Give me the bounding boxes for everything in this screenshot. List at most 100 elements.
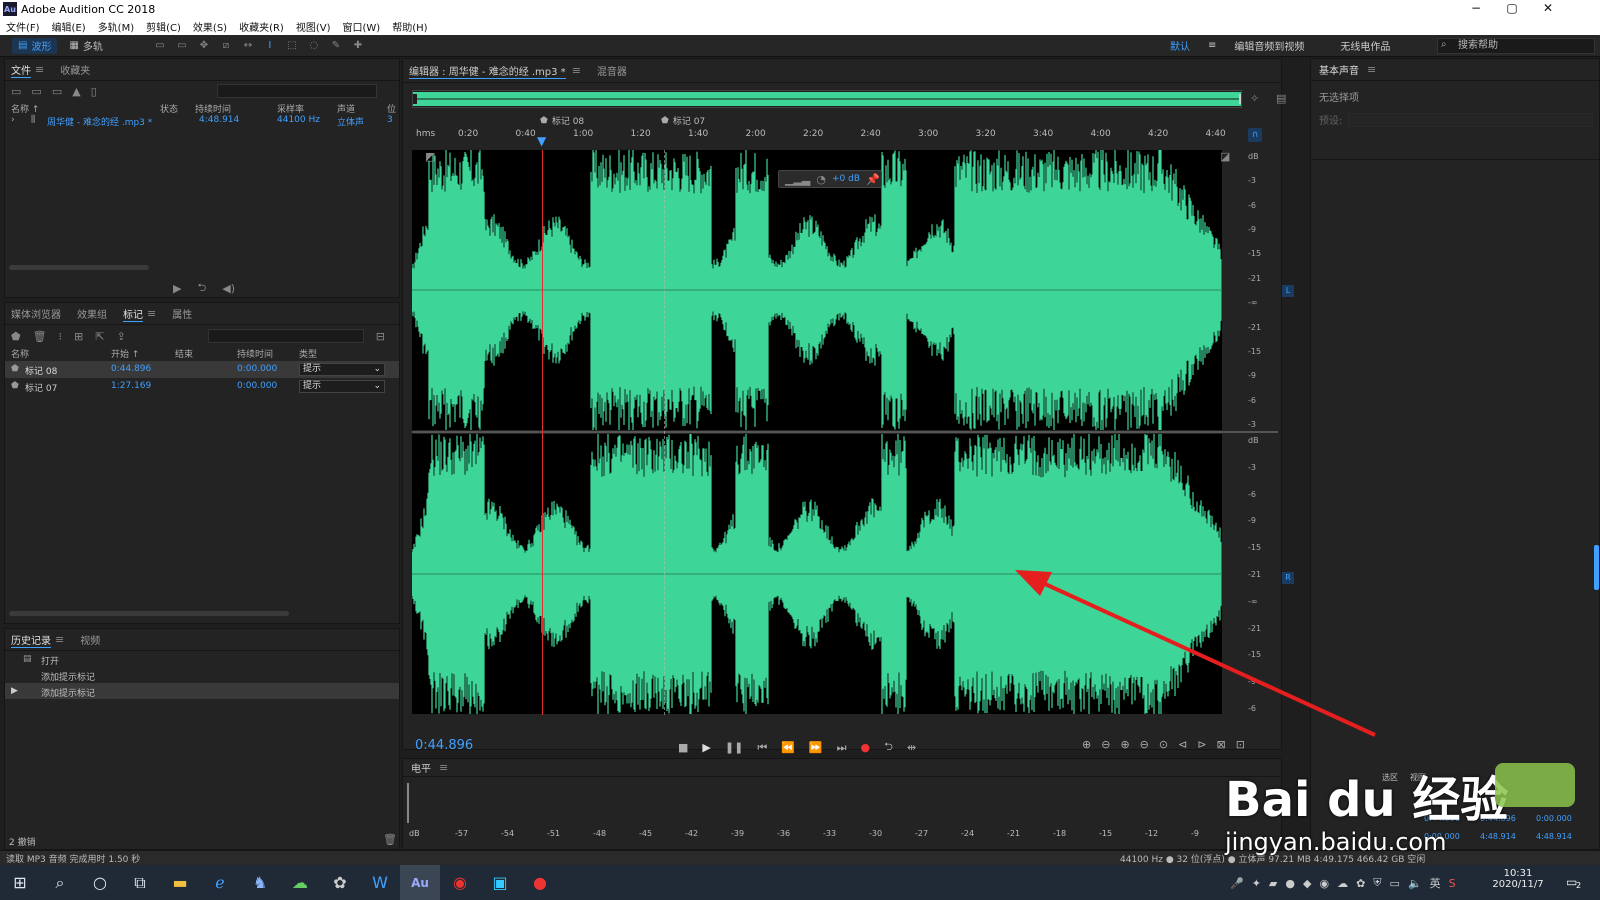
zoom-out-full-icon[interactable]: ⊙ <box>1159 738 1168 751</box>
spectral-frequency-icon[interactable]: ▭ <box>153 40 167 52</box>
overview-waveform[interactable] <box>412 90 1242 108</box>
marker-type-select[interactable]: 提示 ⌄ <box>299 380 385 393</box>
merge-marker-icon[interactable]: ⁝ <box>59 330 63 343</box>
menu-multitrack[interactable]: 多轨(M) <box>98 19 134 34</box>
col-duration[interactable]: 持续时间 <box>237 347 273 360</box>
app-icon[interactable]: ♞ <box>240 865 280 900</box>
waveform-left-channel[interactable] <box>412 150 1222 430</box>
tab-favorites[interactable]: 收藏夹 <box>60 62 90 77</box>
waveform-right-channel[interactable] <box>412 434 1222 714</box>
spectral-pitch-icon[interactable]: ▭ <box>175 40 189 52</box>
file-row[interactable]: › ⫼ 周华健 - 难念的经 .mp3 * 4:48.914 44100 Hz … <box>5 115 399 129</box>
new-file-icon[interactable]: ▭ <box>52 85 62 98</box>
clock[interactable]: 10:31 2020/11/7 <box>1488 868 1548 890</box>
open-file-icon[interactable]: ▭ <box>11 85 21 98</box>
multitrack-view-button[interactable]: ▦ 多轨 <box>63 38 108 54</box>
files-scrollbar[interactable] <box>9 265 149 270</box>
slip-tool-icon[interactable]: ↔ <box>241 40 255 52</box>
marker-start[interactable]: 1:27.169 <box>111 381 151 391</box>
minimize-button[interactable]: − <box>1458 0 1494 18</box>
view-options-icon[interactable]: ▤ <box>1276 92 1286 105</box>
tab-files[interactable]: 文件 <box>11 62 31 78</box>
tray-app-icon[interactable]: ▰ <box>1269 877 1277 890</box>
pin-icon[interactable]: 📌 <box>866 173 880 186</box>
import-file-icon[interactable]: ▭ <box>31 85 41 98</box>
marker-row[interactable]: ⬟ 标记 08 0:44.896 0:00.000 提示 ⌄ <box>5 361 399 378</box>
zoom-in-selection-icon[interactable]: ⊠ <box>1217 738 1226 751</box>
menu-edit[interactable]: 编辑(E) <box>52 19 86 34</box>
tab-properties[interactable]: 属性 <box>172 306 192 321</box>
tab-effects-rack[interactable]: 效果组 <box>77 306 107 321</box>
tray-app-icon[interactable]: ✦ <box>1252 877 1261 890</box>
markers-scrollbar[interactable] <box>9 611 289 616</box>
insert-icon[interactable]: ▲ <box>72 85 80 98</box>
play-preview-icon[interactable]: ▶ <box>173 282 181 295</box>
channel-right-toggle[interactable]: R <box>1282 572 1294 584</box>
col-name[interactable]: 名称 <box>11 347 29 360</box>
tray-app-icon[interactable]: ◆ <box>1303 877 1311 890</box>
volume-icon[interactable]: 🔈 <box>1408 877 1422 890</box>
baidu-netdisk-icon[interactable]: ✿ <box>320 865 360 900</box>
wps-icon[interactable]: W <box>360 865 400 900</box>
time-selection-tool-icon[interactable]: Ι <box>263 40 277 52</box>
col-start[interactable]: 开始 ↑ <box>111 347 139 360</box>
panel-menu-icon[interactable]: ≡ <box>35 63 44 76</box>
insert-marker-icon[interactable]: ⊞ <box>74 330 83 343</box>
playhead-handle-icon[interactable]: ▼ <box>537 134 546 148</box>
panel-menu-icon[interactable]: ≡ <box>55 633 64 646</box>
channel-left-toggle[interactable]: L <box>1282 285 1294 297</box>
tray-app-icon[interactable]: ◉ <box>1319 877 1329 890</box>
col-bits[interactable]: 位 <box>387 102 396 115</box>
col-status[interactable]: 状态 <box>160 102 178 115</box>
col-type[interactable]: 类型 <box>299 347 317 360</box>
menu-help[interactable]: 帮助(H) <box>392 19 427 34</box>
col-channels[interactable]: 声道 <box>337 102 355 115</box>
screenshot-app-icon[interactable]: ▣ <box>480 865 520 900</box>
zoom-in-time-icon[interactable]: ⊕ <box>1120 738 1129 751</box>
workspace-menu-icon[interactable]: ≡ <box>1208 40 1216 51</box>
loop-preview-icon[interactable]: ⮌ <box>197 279 206 298</box>
current-time-display[interactable]: 0:44.896 <box>415 738 473 753</box>
trash-icon[interactable]: 🗑 <box>383 833 397 846</box>
tab-mixer[interactable]: 混音器 <box>597 63 627 78</box>
workspace-default[interactable]: 默认 <box>1170 38 1190 53</box>
zoom-selection-icon[interactable]: ⊡ <box>1236 738 1245 751</box>
export-marker-icon[interactable]: ⇱ <box>95 330 104 343</box>
fade-out-handle-icon[interactable]: ◪ <box>1220 150 1230 163</box>
marquee-tool-icon[interactable]: ⬚ <box>285 40 299 52</box>
menu-view[interactable]: 视图(V) <box>296 19 331 34</box>
pause-icon[interactable]: ❚❚ <box>725 741 743 754</box>
panel-menu-icon[interactable]: ≡ <box>1367 63 1376 76</box>
start-button-icon[interactable]: ⊞ <box>0 865 40 900</box>
marker-start[interactable]: 0:44.896 <box>111 364 151 374</box>
task-view-icon[interactable]: ⧉ <box>120 865 160 900</box>
files-search-input[interactable] <box>216 84 377 98</box>
batch-marker-icon[interactable]: ⇪ <box>116 330 125 343</box>
marker-name[interactable]: 标记 08 <box>25 364 57 377</box>
record-icon[interactable]: ● <box>861 741 871 754</box>
move-to-next-icon[interactable]: ⏭ <box>837 741 847 755</box>
sogou-icon[interactable]: S <box>1449 877 1456 890</box>
history-item[interactable]: ▤ 打开 <box>5 651 399 667</box>
tray-app-icon[interactable]: ● <box>1285 877 1295 890</box>
razor-tool-icon[interactable]: ⧄ <box>219 40 233 52</box>
marker-name[interactable]: 标记 07 <box>25 381 57 394</box>
zoom-in-at-end-icon[interactable]: ⊳ <box>1197 738 1206 751</box>
play-icon[interactable]: ▶ <box>702 741 710 754</box>
tab-markers[interactable]: 标记 <box>123 306 143 322</box>
auto-play-icon[interactable]: ◀) <box>222 282 235 295</box>
volume-knob-icon[interactable]: ◔ <box>816 173 826 186</box>
wechat-icon[interactable]: ☁ <box>280 865 320 900</box>
file-explorer-icon[interactable]: ▬ <box>160 865 200 900</box>
delete-marker-icon[interactable]: 🗑 <box>33 330 47 343</box>
shield-icon[interactable]: ⛨ <box>1373 876 1381 890</box>
network-icon[interactable]: ▭ <box>1390 877 1400 890</box>
menu-window[interactable]: 窗口(W) <box>343 19 381 34</box>
panel-menu-icon[interactable]: ≡ <box>572 64 581 77</box>
help-search-input[interactable]: 搜索帮助 <box>1437 38 1595 54</box>
side-tab-handle[interactable] <box>1594 545 1599 590</box>
tray-app-icon[interactable]: ✿ <box>1356 877 1365 890</box>
stop-icon[interactable]: ■ <box>678 741 688 754</box>
hud-gain-value[interactable]: +0 dB <box>832 174 860 184</box>
markers-search-input[interactable] <box>207 329 364 343</box>
